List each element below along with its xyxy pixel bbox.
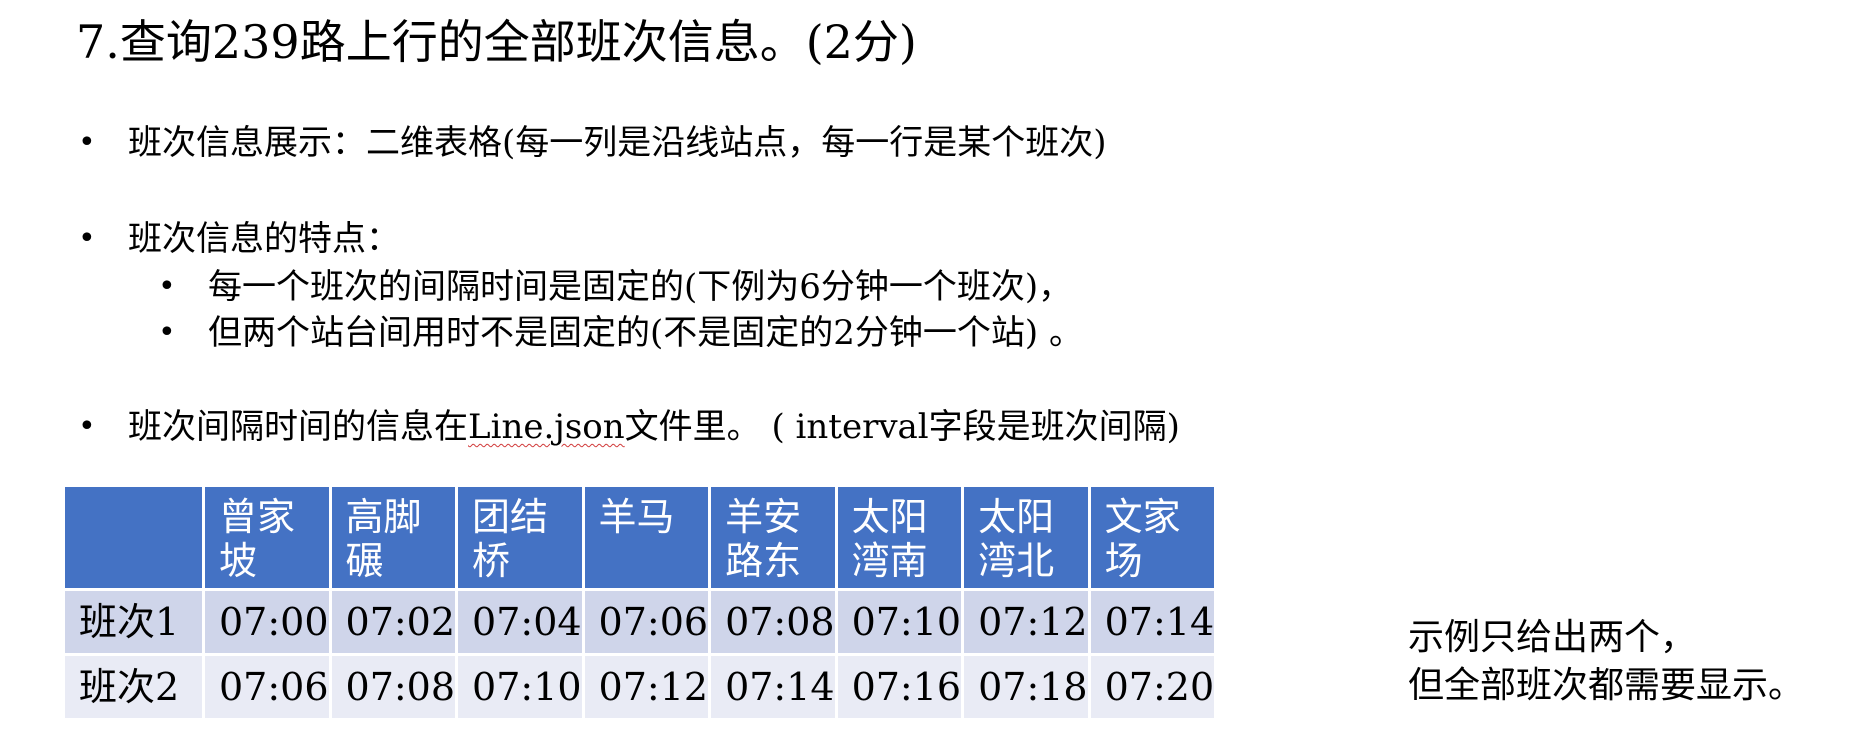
bullet-display-format: • 班次信息展示：二维表格(每一列是沿线站点，每一行是某个班次) xyxy=(78,122,1107,164)
time-cell: 07:00 xyxy=(202,588,332,656)
schedule-table: 曾家坡 高脚碾 团结桥 羊马 羊安路东 太阳湾南 太阳湾北 文家场 班次1 07… xyxy=(62,484,1218,721)
table-row: 班次2 07:06 07:08 07:10 07:12 07:14 07:16 … xyxy=(62,653,1218,721)
time-cell: 07:06 xyxy=(581,588,712,656)
station-header: 太阳湾北 xyxy=(961,484,1091,591)
station-name: 文家场 xyxy=(1104,495,1181,583)
bullet-interval-source: • 班次间隔时间的信息在Line.json文件里。 ( interval字段是班… xyxy=(78,406,1180,448)
time-cell: 07:14 xyxy=(708,653,838,721)
bullet-icon: • xyxy=(158,315,176,350)
time-cell: 07:02 xyxy=(328,588,459,656)
time-cell: 07:14 xyxy=(1087,588,1218,656)
time-cell: 07:18 xyxy=(961,653,1091,721)
station-header: 曾家坡 xyxy=(202,484,332,591)
bullet-text: 但两个站台间用时不是固定的(不是固定的2分钟一个站) 。 xyxy=(208,313,1083,353)
bullet-icon: • xyxy=(78,221,96,256)
bullet-icon: • xyxy=(78,409,96,444)
table-row: 班次1 07:00 07:02 07:04 07:06 07:08 07:10 … xyxy=(62,588,1218,656)
station-header: 羊安路东 xyxy=(708,484,838,591)
station-name: 太阳湾北 xyxy=(978,495,1055,583)
table-corner-cell xyxy=(62,484,205,591)
station-header: 高脚碾 xyxy=(328,484,459,591)
side-note: 示例只给出两个， 但全部班次都需要显示。 xyxy=(1408,614,1804,710)
run-label: 班次2 xyxy=(62,653,205,721)
bullet-text: 班次信息展示：二维表格(每一列是沿线站点，每一行是某个班次) xyxy=(128,123,1107,163)
slide: 7.查询239路上行的全部班次信息。(2分) • 班次信息展示：二维表格(每一列… xyxy=(0,0,1852,742)
time-cell: 07:08 xyxy=(328,653,459,721)
sub-bullet-interval-fixed: • 每一个班次的间隔时间是固定的(下例为6分钟一个班次)， xyxy=(158,266,1073,308)
station-header: 羊马 xyxy=(581,484,712,591)
station-name: 高脚碾 xyxy=(345,495,422,583)
station-header: 团结桥 xyxy=(455,484,585,591)
time-cell: 07:10 xyxy=(834,588,965,656)
table-header-row: 曾家坡 高脚碾 团结桥 羊马 羊安路东 太阳湾南 太阳湾北 文家场 xyxy=(62,484,1218,591)
station-name: 团结桥 xyxy=(472,495,549,583)
side-note-line: 但全部班次都需要显示。 xyxy=(1408,665,1805,706)
station-name: 羊马 xyxy=(598,495,675,539)
station-name: 太阳湾南 xyxy=(851,495,928,583)
bullet-icon: • xyxy=(78,125,96,160)
bullet-text-suffix: 文件里。 ( interval字段是班次间隔) xyxy=(624,407,1180,447)
filename-line-json: Line.json xyxy=(468,407,625,447)
sub-bullet-station-time: • 但两个站台间用时不是固定的(不是固定的2分钟一个站) 。 xyxy=(158,312,1083,354)
bullet-text-prefix: 班次间隔时间的信息在 xyxy=(128,407,468,447)
side-note-line: 示例只给出两个， xyxy=(1408,617,1697,658)
time-cell: 07:04 xyxy=(455,588,585,656)
bullet-text: 班次信息的特点： xyxy=(128,219,400,259)
station-name: 曾家坡 xyxy=(219,495,296,583)
time-cell: 07:12 xyxy=(961,588,1091,656)
bullet-icon: • xyxy=(158,269,176,304)
time-cell: 07:16 xyxy=(834,653,965,721)
bullet-text: 每一个班次的间隔时间是固定的(下例为6分钟一个班次)， xyxy=(208,267,1073,307)
time-cell: 07:08 xyxy=(708,588,838,656)
station-name: 羊安路东 xyxy=(725,495,802,583)
bullet-features: • 班次信息的特点： xyxy=(78,218,400,260)
station-header: 文家场 xyxy=(1087,484,1218,591)
slide-title: 7.查询239路上行的全部班次信息。(2分) xyxy=(76,15,917,69)
run-label: 班次1 xyxy=(62,588,205,656)
time-cell: 07:12 xyxy=(581,653,712,721)
station-header: 太阳湾南 xyxy=(834,484,965,591)
time-cell: 07:20 xyxy=(1087,653,1218,721)
time-cell: 07:06 xyxy=(202,653,332,721)
time-cell: 07:10 xyxy=(455,653,585,721)
